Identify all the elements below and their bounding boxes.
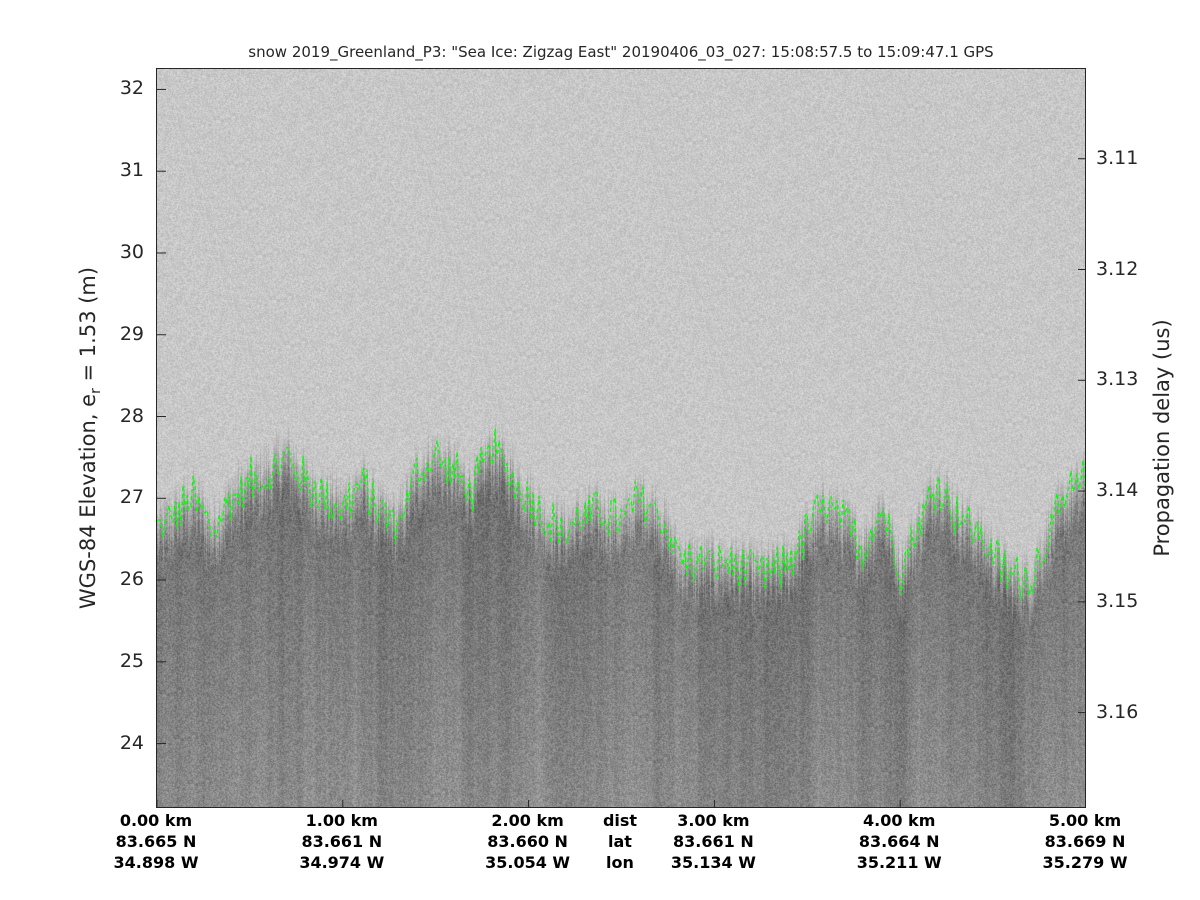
x-row-label-lat: lat xyxy=(603,831,637,852)
right-tick-label: 3.14 xyxy=(1096,479,1138,501)
left-tick-label: 30 xyxy=(120,241,144,263)
x-tick-label-group: 0.00 km83.665 N34.898 W xyxy=(114,810,199,873)
x-tick-lat: 83.661 N xyxy=(671,831,756,852)
x-tick-lat: 83.669 N xyxy=(1043,831,1128,852)
x-tick-lon: 35.054 W xyxy=(485,852,570,873)
left-tick-label: 25 xyxy=(120,650,144,672)
right-tick-label: 3.13 xyxy=(1096,368,1138,390)
left-tick-label: 28 xyxy=(120,405,144,427)
echogram-plot-area xyxy=(156,68,1086,808)
left-tick-label: 31 xyxy=(120,159,144,181)
x-tick-lon: 34.974 W xyxy=(299,852,384,873)
right-axis-label: Propagation delay (us) xyxy=(1150,319,1174,556)
chart-title: snow 2019_Greenland_P3: "Sea Ice: Zigzag… xyxy=(0,43,1200,61)
left-tick-label: 27 xyxy=(120,486,144,508)
x-tick-lon: 35.134 W xyxy=(671,852,756,873)
left-axis-label-subscript: r xyxy=(88,388,104,394)
x-tick-lat: 83.665 N xyxy=(114,831,199,852)
x-tick-dist: 2.00 km xyxy=(485,810,570,831)
x-tick-label-group: 1.00 km83.661 N34.974 W xyxy=(299,810,384,873)
right-tick-label: 3.12 xyxy=(1096,258,1138,280)
x-tick-dist: 5.00 km xyxy=(1043,810,1128,831)
left-tick-label: 29 xyxy=(120,323,144,345)
x-tick-dist: 3.00 km xyxy=(671,810,756,831)
x-tick-lat: 83.664 N xyxy=(857,831,942,852)
left-axis-label: WGS-84 Elevation, er = 1.53 (m) xyxy=(76,267,104,609)
x-tick-lat: 83.661 N xyxy=(299,831,384,852)
x-tick-label-group: 4.00 km83.664 N35.211 W xyxy=(857,810,942,873)
x-row-label-lon: lon xyxy=(603,852,637,873)
x-tick-label-group: 3.00 km83.661 N35.134 W xyxy=(671,810,756,873)
x-row-label-dist: dist xyxy=(603,810,637,831)
surface-pick-line xyxy=(157,429,1085,599)
x-tick-dist: 4.00 km xyxy=(857,810,942,831)
x-tick-dist: 0.00 km xyxy=(114,810,199,831)
surface-pick-overlay xyxy=(157,69,1086,808)
x-row-labels: distlatlon xyxy=(603,810,637,873)
x-tick-lon: 35.279 W xyxy=(1043,852,1128,873)
left-tick-label: 24 xyxy=(120,732,144,754)
left-axis-label-tail: = 1.53 (m) xyxy=(76,267,100,388)
left-axis-label-text: WGS-84 Elevation, e xyxy=(76,394,100,609)
x-tick-label-group: 5.00 km83.669 N35.279 W xyxy=(1043,810,1128,873)
x-tick-lon: 34.898 W xyxy=(114,852,199,873)
x-tick-lon: 35.211 W xyxy=(857,852,942,873)
x-tick-lat: 83.660 N xyxy=(485,831,570,852)
x-tick-dist: 1.00 km xyxy=(299,810,384,831)
x-tick-label-group: 2.00 km83.660 N35.054 W xyxy=(485,810,570,873)
right-tick-label: 3.16 xyxy=(1096,701,1138,723)
right-tick-label: 3.15 xyxy=(1096,590,1138,612)
left-tick-label: 26 xyxy=(120,568,144,590)
right-tick-label: 3.11 xyxy=(1096,147,1138,169)
left-tick-label: 32 xyxy=(120,77,144,99)
